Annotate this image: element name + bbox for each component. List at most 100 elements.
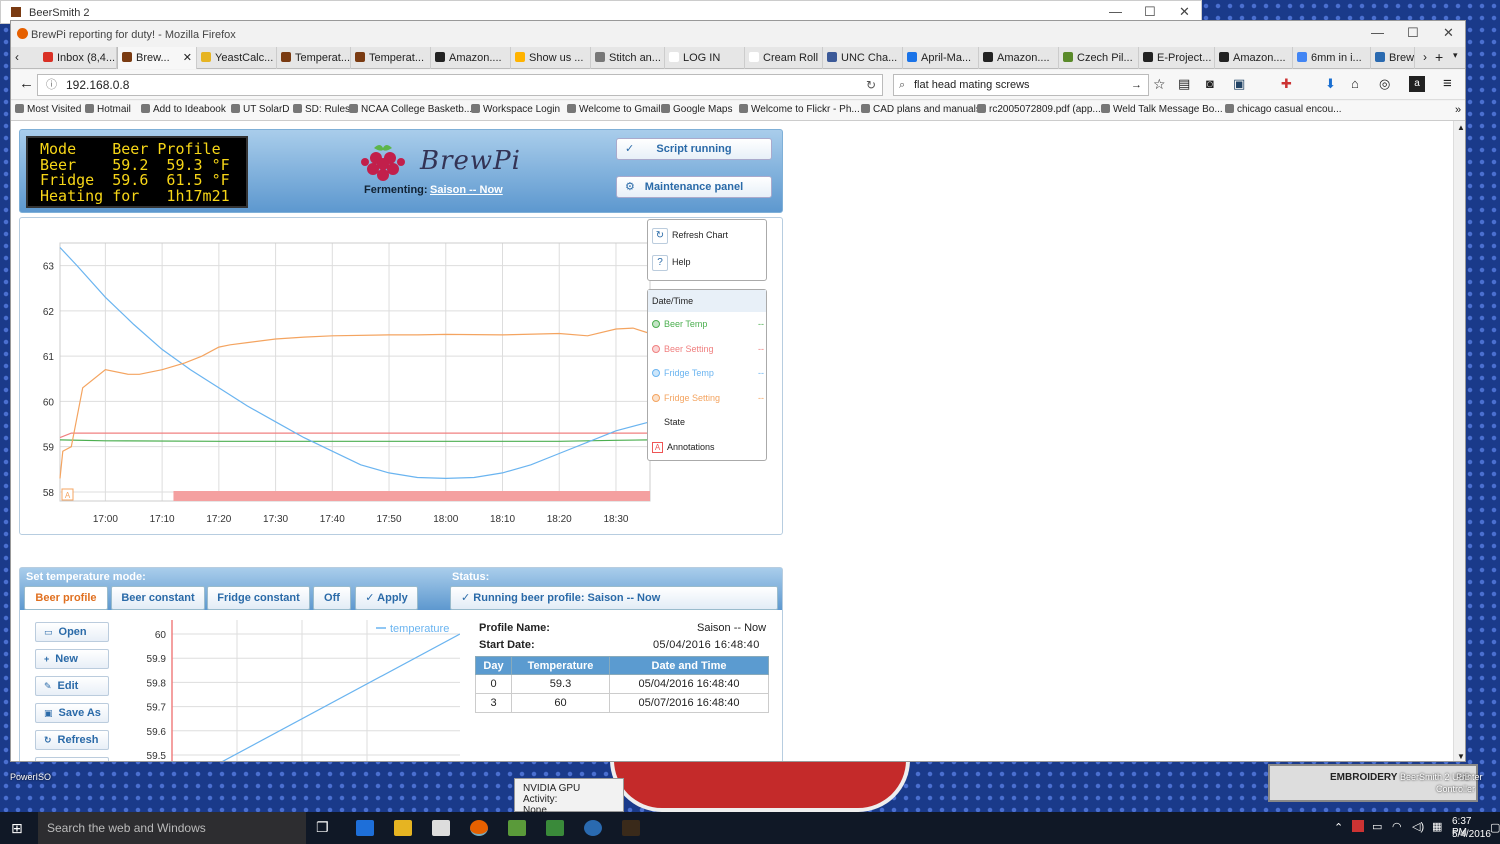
taskbar-search[interactable]: Search the web and Windows (38, 812, 306, 844)
bookmark-item[interactable]: chicago casual encou... (1225, 101, 1342, 119)
mode-fridge-constant-button[interactable]: Fridge constant (207, 586, 310, 610)
table-header[interactable]: Day (475, 656, 512, 675)
tab-scroll-left-icon[interactable]: ‹ (15, 50, 19, 64)
maximize-icon[interactable]: ☐ (1144, 4, 1156, 20)
legend-item[interactable]: Beer Temp -- (652, 319, 764, 329)
back-arrow-icon[interactable]: ← (19, 75, 34, 92)
close-icon[interactable]: ✕ (1443, 25, 1454, 41)
bookmark-star-icon[interactable]: ☆ (1153, 76, 1166, 93)
bookmark-item[interactable]: Add to Ideabook (141, 101, 226, 119)
table-row[interactable]: 0 59.3 05/04/2016 16:48:40 (475, 674, 769, 694)
profile-temperature-line[interactable] (212, 633, 460, 762)
series-line-beer-setting[interactable] (59, 432, 650, 439)
bookmark-item[interactable]: CAD plans and manuals (861, 101, 981, 119)
series-line-fridge-temp[interactable] (59, 247, 651, 480)
search-field[interactable]: ⌕ flat head mating screws → (893, 74, 1149, 96)
beersmith-taskbar-icon[interactable] (622, 820, 640, 836)
search-go-icon[interactable]: → (1131, 75, 1142, 95)
series-line-beer-temp[interactable] (59, 439, 651, 442)
browser-tab[interactable]: 6mm in i... (1293, 47, 1371, 69)
browser-tab[interactable]: Brewi (1371, 47, 1415, 69)
bookmark-item[interactable]: Most Visited (15, 101, 81, 119)
close-icon[interactable]: ✕ (1179, 4, 1190, 20)
notifications-icon[interactable]: ▢ (1490, 821, 1500, 834)
app-icon[interactable] (584, 820, 602, 836)
tray-app-icon[interactable] (1352, 820, 1364, 832)
clock-date[interactable]: 5/4/2016 (1452, 829, 1491, 840)
mode-off-button[interactable]: Off (313, 586, 351, 610)
profile-new-button[interactable]: + New (35, 649, 109, 669)
table-header[interactable]: Date and Time (609, 656, 769, 675)
profile-open-button[interactable]: ▭ Open (35, 622, 109, 642)
minimize-icon[interactable]: — (1371, 25, 1384, 40)
printer-icon-label[interactable]: Printer (1456, 772, 1483, 782)
home-icon[interactable]: ⌂ (1351, 76, 1359, 91)
legend-item[interactable]: State (652, 417, 764, 427)
apply-button[interactable]: ✓ Apply (355, 586, 418, 610)
profile-chart[interactable]: 60 59.9 59.8 59.7 59.6 59.5 temperature (120, 620, 460, 762)
profile-refresh-button[interactable]: ↻ Refresh (35, 730, 109, 750)
chat-icon[interactable]: ◎ (1379, 76, 1390, 92)
browser-tab[interactable]: Amazon.... (1215, 47, 1293, 69)
bookmark-item[interactable]: rc2005072809.pdf (app... (977, 101, 1101, 119)
scroll-down-icon[interactable]: ▼ (1457, 752, 1465, 761)
profile-save-as-button[interactable]: ▣ Save As (35, 703, 109, 723)
windows-start-icon[interactable]: ⊞ (11, 820, 23, 837)
tab-scroll-right-icon[interactable]: › (1423, 50, 1427, 64)
browser-tab[interactable]: Amazon.... (979, 47, 1059, 69)
browser-tab[interactable]: Inbox (8,4... (39, 47, 117, 69)
url-bar[interactable]: ⓘ 192.168.0.8 ↻ (37, 74, 883, 96)
minimize-icon[interactable]: — (1109, 4, 1122, 19)
bookmark-item[interactable]: NCAA College Basketb... (349, 101, 472, 119)
chart-help-button[interactable]: ? Help (652, 255, 762, 275)
page-scrollbar[interactable]: ▲ ▼ (1453, 121, 1465, 761)
legend-item[interactable]: Beer Setting -- (652, 344, 764, 354)
reload-icon[interactable]: ↻ (866, 75, 876, 95)
volume-icon[interactable]: ◁) (1412, 820, 1424, 833)
legend-item[interactable]: Fridge Temp -- (652, 368, 764, 378)
pocket-icon[interactable]: ◙ (1206, 76, 1214, 91)
bookmark-item[interactable]: Hotmail (85, 101, 131, 119)
maintenance-panel-button[interactable]: ⚙ Maintenance panel (616, 176, 772, 198)
bookmark-item[interactable]: UT SolarD (231, 101, 290, 119)
wifi-icon[interactable]: ◠ (1392, 820, 1402, 833)
bookmark-item[interactable]: Welcome to Gmail (567, 101, 661, 119)
browser-tab[interactable]: Temperat... (351, 47, 431, 69)
embroidery-shortcut[interactable]: EMBROIDERY (1268, 764, 1478, 802)
keyboard-icon[interactable]: ▦ (1432, 820, 1442, 833)
app-icon[interactable] (508, 820, 526, 836)
controller-icon-label[interactable]: Controller (1436, 784, 1475, 794)
script-running-button[interactable]: ✓ Script running (616, 138, 772, 160)
browser-tab[interactable]: Amazon.... (431, 47, 511, 69)
bookmark-item[interactable]: Weld Talk Message Bo... (1101, 101, 1223, 119)
spreadsheet-icon[interactable] (546, 820, 564, 836)
browser-tab[interactable]: Stitch an... (591, 47, 665, 69)
info-icon[interactable]: ⓘ (46, 75, 57, 95)
browser-tab[interactable]: Czech Pil... (1059, 47, 1139, 69)
bookmark-item[interactable]: SD: Rules (293, 101, 350, 119)
bookmark-item[interactable]: Workspace Login (471, 101, 560, 119)
profile-help-button[interactable]: ?Help (35, 757, 109, 761)
browser-tab[interactable]: April-Ma... (903, 47, 979, 69)
scroll-up-icon[interactable]: ▲ (1457, 123, 1465, 132)
browser-tab[interactable]: Temperat... (277, 47, 351, 69)
browser-tab[interactable]: UNC Cha... (823, 47, 903, 69)
table-row[interactable]: 3 60 05/07/2016 16:48:40 (475, 693, 769, 713)
save-icon[interactable]: ▣ (1233, 76, 1245, 92)
browser-tab[interactable]: LOG IN (665, 47, 745, 69)
task-view-icon[interactable]: ❐ (316, 819, 329, 836)
browser-tab[interactable]: E-Project... (1139, 47, 1215, 69)
firefox-window[interactable]: BrewPi reporting for duty! - Mozilla Fir… (10, 20, 1466, 762)
profile-edit-button[interactable]: ✎ Edit (35, 676, 109, 696)
series-line-fridge-setting[interactable] (59, 327, 651, 479)
fermenting-profile-link[interactable]: Saison -- Now (430, 184, 503, 196)
bookmark-item[interactable]: Welcome to Flickr - Ph... (739, 101, 860, 119)
download-icon[interactable]: ⬇ (1325, 76, 1336, 92)
menu-icon[interactable]: ≡ (1443, 75, 1452, 92)
bookmark-item[interactable]: Google Maps (661, 101, 732, 119)
addon-icon[interactable]: ✚ (1281, 76, 1292, 92)
browser-tab[interactable]: YeastCalc... (197, 47, 277, 69)
tray-battery-icon[interactable]: ▭ (1372, 820, 1382, 833)
browser-tab[interactable]: Cream Roll F... (745, 47, 823, 69)
temperature-chart[interactable]: 17:00 17:10 17:20 17:30 17:40 17:50 18:00 18:10… (20, 218, 660, 534)
